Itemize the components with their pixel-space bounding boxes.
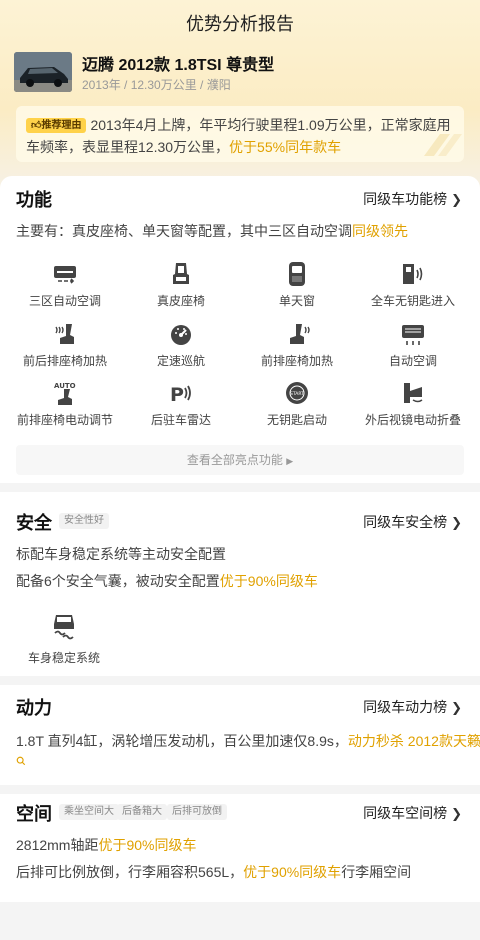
auto-ac-icon [402,325,424,345]
space-tag: 乘坐空间大 [59,804,119,820]
feature-item[interactable]: START 无钥匙启动 [237,378,357,428]
view-all-features-button[interactable]: 查看全部亮点功能 ▶ [16,445,464,475]
parking-radar-icon: P [170,384,191,406]
power-highlight[interactable]: 动力秒杀 2012款天籁 [348,733,480,749]
sunroof-icon [289,262,305,286]
feature-item[interactable]: 定速巡航 [121,319,241,369]
chevron-right-icon: ❯ [451,700,462,715]
space-line-1-highlight: 优于90%同级车 [98,837,197,853]
cruise-control-icon [171,325,191,345]
safety-rank-label: 同级车安全榜 [363,514,448,530]
power-text: 1.8T 直列4缸，涡轮增压发动机，百公里加速仅8.9s，动力秒杀 2012款天… [16,731,480,751]
feature-item[interactable]: 三区自动空调 [5,259,125,309]
front-seat-heating-icon [290,324,310,344]
car-thumbnail[interactable] [14,52,72,92]
safety-line-2-highlight: 优于90%同级车 [219,573,318,589]
feature-label: 无钥匙启动 [266,413,327,427]
page-title: 优势分析报告 [186,14,294,34]
recommend-badge: 👍︎推荐理由 [26,118,87,133]
chevron-right-icon: ❯ [451,515,462,530]
feature-rank-label: 同级车功能榜 [363,191,448,207]
feature-label: 自动空调 [388,354,437,368]
seat-heating-icon [55,324,74,344]
power-rank-link[interactable]: 同级车动力榜 ❯ [363,697,462,717]
chevron-right-icon: ❯ [451,192,462,207]
caret-right-icon: ▶ [286,456,294,466]
safety-tag: 安全性好 [59,513,109,529]
feature-label: 前排座椅加热 [260,354,333,368]
space-line-2-suffix: 行李厢空间 [341,864,412,880]
safety-card: 安全 安全性好 同级车安全榜 ❯ 标配车身稳定系统等主动安全配置 配备6个安全气囊… [0,492,480,676]
svg-text:AUTO: AUTO [54,382,76,390]
feature-item[interactable]: 真皮座椅 [121,259,241,309]
feature-label: 定速巡航 [156,354,205,368]
feature-label: 全车无钥匙进入 [370,294,455,308]
car-name: 迈腾 2012款 1.8TSI 尊贵型 [82,57,275,74]
leather-seat-icon [173,263,189,284]
power-rank-label: 同级车动力榜 [363,699,448,715]
feature-label: 前后排座椅加热 [22,354,107,368]
safety-rank-link[interactable]: 同级车安全榜 ❯ [363,512,462,532]
esp-feature[interactable]: 车身稳定系统 [16,612,112,666]
power-text-main: 1.8T 直列4缸，涡轮增压发动机，百公里加速仅8.9s， [16,733,348,749]
view-all-label: 查看全部亮点功能 [186,453,283,467]
space-card: 空间 乘坐空间大 后备箱大 后排可放倒 同级车空间榜 ❯ 2812mm轴距优于90… [0,794,480,902]
search-icon[interactable] [16,753,26,771]
feature-item[interactable]: 全车无钥匙进入 [353,259,473,309]
space-line-2-highlight: 优于90%同级车 [243,864,342,880]
feature-item[interactable]: AUTO 前排座椅电动调节 [5,378,125,428]
feature-summary: 主要有：真皮座椅、单天窗等配置，其中三区自动空调同级领先 [16,221,408,241]
feature-rank-link[interactable]: 同级车功能榜 ❯ [363,189,462,209]
feature-label: 前排座椅电动调节 [16,413,113,427]
space-tag: 后备箱大 [117,804,167,820]
feature-label: 单天窗 [278,294,315,308]
feature-item[interactable]: 自动空调 [353,319,473,369]
keyless-entry-icon [403,264,423,284]
space-line-2: 后排可比例放倒，行李厢容积565L，优于90%同级车行李厢空间 [16,862,411,882]
feature-summary-text: 主要有：真皮座椅、单天窗等配置，其中三区自动空调 [16,223,352,239]
space-line-1-text: 2812mm轴距 [16,837,99,853]
mirror-fold-icon [404,383,423,403]
thumbs-up-icon: 👍︎ [31,120,42,131]
feature-title: 功能 [16,190,52,210]
space-line-2-text: 后排可比例放倒，行李厢容积565L， [16,864,244,880]
power-seat-icon: AUTO [54,382,76,405]
power-title: 动力 [16,698,52,718]
feature-item[interactable]: 单天窗 [237,259,357,309]
space-title: 空间 [16,804,52,824]
feature-label: 外后视镜电动折叠 [364,413,461,427]
recommend-reason: 👍︎推荐理由 2013年4月上牌，年平均行驶里程1.09万公里，正常家庭用车频率… [16,106,464,162]
safety-line-2: 配备6个安全气囊，被动安全配置优于90%同级车 [16,571,318,591]
car-photo-icon [14,52,72,92]
feature-label: 后驻车雷达 [150,413,211,427]
chevron-right-icon: ❯ [451,806,462,821]
reason-highlight: 优于55%同年款车 [229,139,342,155]
feature-label: 三区自动空调 [28,294,101,308]
svg-text:START: START [290,391,304,397]
feature-card: 功能 同级车功能榜 ❯ 主要有：真皮座椅、单天窗等配置，其中三区自动空调同级领先 … [0,176,480,483]
esp-label: 车身稳定系统 [27,651,100,665]
feature-label: 真皮座椅 [156,294,205,308]
start-button-icon: START [286,382,308,404]
climate-zone-icon [54,266,76,284]
feature-item[interactable]: 前排座椅加热 [237,319,357,369]
space-rank-link[interactable]: 同级车空间榜 ❯ [363,803,462,823]
space-line-1: 2812mm轴距优于90%同级车 [16,835,197,855]
svg-text:P: P [170,384,184,406]
feature-item[interactable]: 外后视镜电动折叠 [353,378,473,428]
recommend-badge-label: 推荐理由 [41,120,82,131]
power-card: 动力 同级车动力榜 ❯ 1.8T 直列4缸，涡轮增压发动机，百公里加速仅8.9s，… [0,685,480,785]
safety-line-2-text: 配备6个安全气囊，被动安全配置 [16,573,220,589]
safety-line-1: 标配车身稳定系统等主动安全配置 [16,546,226,562]
feature-summary-highlight: 同级领先 [352,223,408,239]
space-rank-label: 同级车空间榜 [363,805,448,821]
feature-item[interactable]: P 后驻车雷达 [121,378,241,428]
car-meta: 2013年 / 12.30万公里 / 濮阳 [82,78,231,92]
stability-control-icon [54,615,74,640]
decorative-arrow-icon [424,134,462,156]
safety-title: 安全 [16,513,52,533]
feature-item[interactable]: 前后排座椅加热 [5,319,125,369]
space-tag: 后排可放倒 [167,804,227,820]
